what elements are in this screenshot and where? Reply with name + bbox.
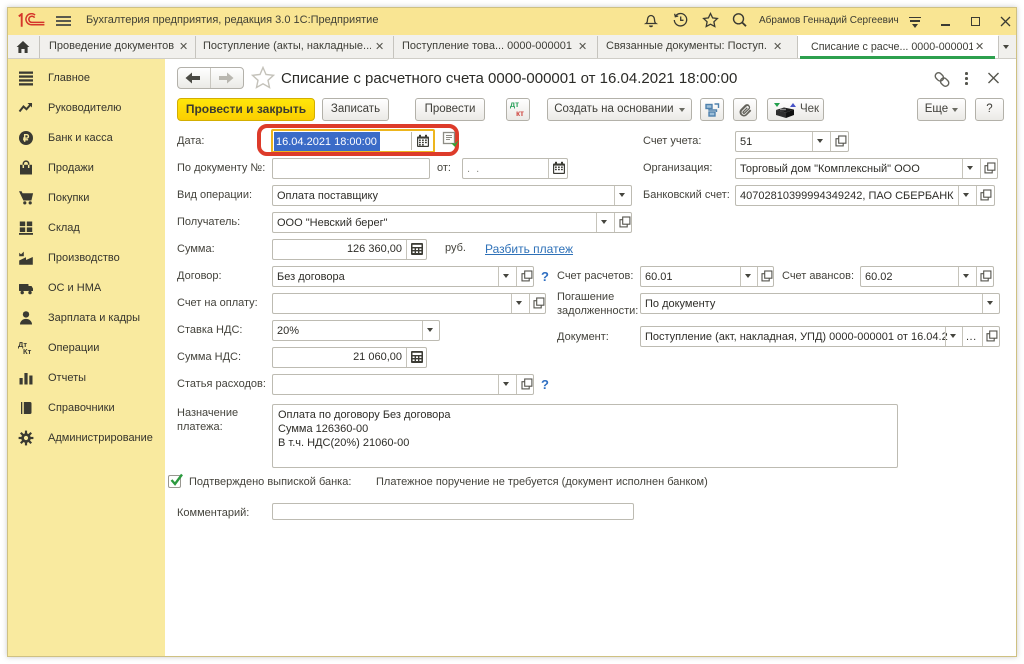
svg-text:₽: ₽: [23, 134, 30, 145]
